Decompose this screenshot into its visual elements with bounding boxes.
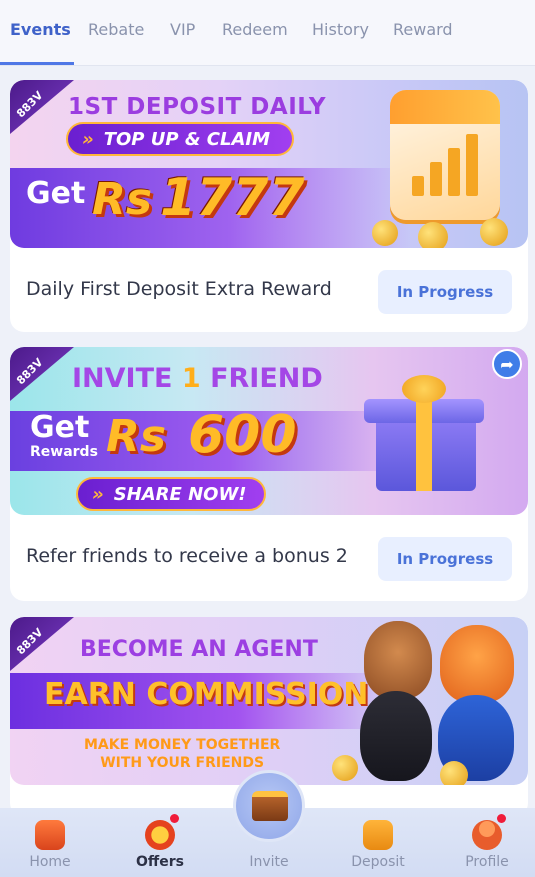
brand-corner-badge: 883V	[10, 347, 74, 401]
card-footer: Refer friends to receive a bonus 2 In Pr…	[10, 515, 528, 599]
active-tab-indicator	[0, 62, 74, 65]
coin-icon	[332, 755, 358, 781]
notification-dot	[497, 814, 506, 823]
tab-history[interactable]: History	[312, 20, 369, 39]
brand-corner-badge: 883V	[10, 617, 74, 671]
banner-tagline: MAKE MONEY TOGETHER WITH YOUR FRIENDS	[84, 737, 281, 771]
nav-deposit[interactable]: Deposit	[338, 820, 418, 870]
event-card-refer-friends[interactable]: 883V INVITE 1 FRIEND Get Rewards Rs 600 …	[10, 347, 528, 601]
wallet-icon	[363, 820, 393, 850]
card-footer: Daily First Deposit Extra Reward In Prog…	[10, 248, 528, 332]
banner-headline: INVITE 1 FRIEND	[72, 363, 323, 394]
tab-redeem[interactable]: Redeem	[222, 20, 288, 39]
banner-amount: 1777	[160, 168, 305, 228]
tab-vip[interactable]: VIP	[170, 20, 195, 39]
tab-reward[interactable]: Reward	[393, 20, 453, 39]
share-arrow-icon[interactable]: ➦	[492, 349, 522, 379]
treasure-chest-icon	[252, 791, 288, 821]
become-agent-banner[interactable]: 883V BECOME AN AGENT EARN COMMISSION MAK…	[10, 617, 528, 785]
banner-amount: 600	[188, 405, 297, 465]
banner-subheadline: EARN COMMISSION	[44, 677, 369, 712]
bull-mascot-icon	[364, 621, 432, 699]
in-progress-button[interactable]: In Progress	[378, 537, 512, 581]
in-progress-button[interactable]: In Progress	[378, 270, 512, 314]
top-up-claim-button[interactable]: » TOP UP & CLAIM	[66, 122, 294, 156]
top-tab-bar: Events Rebate VIP Redeem History Reward	[0, 0, 535, 66]
tiger-mascot-icon	[440, 625, 514, 703]
daily-deposit-banner[interactable]: 883V 1ST DEPOSIT DAILY » TOP UP & CLAIM …	[10, 80, 528, 248]
notification-dot	[170, 814, 179, 823]
banner-headline: BECOME AN AGENT	[80, 637, 318, 662]
coin-icon	[440, 761, 468, 785]
calendar-icon	[390, 90, 500, 220]
coin-icon	[480, 218, 508, 246]
banner-headline: 1ST DEPOSIT DAILY	[68, 94, 326, 120]
brand-corner-badge: 883V	[10, 80, 74, 134]
event-title: Daily First Deposit Extra Reward	[26, 278, 332, 300]
nav-profile[interactable]: Profile	[447, 814, 527, 870]
event-title: Refer friends to receive a bonus 2	[26, 545, 348, 567]
banner-get-label: Get	[26, 176, 86, 211]
invite-friend-banner[interactable]: 883V INVITE 1 FRIEND Get Rewards Rs 600 …	[10, 347, 528, 515]
banner-get-rewards: Get Rewards	[30, 410, 98, 460]
event-card-daily-deposit[interactable]: 883V 1ST DEPOSIT DAILY » TOP UP & CLAIM …	[10, 80, 528, 332]
chevrons-icon: »	[92, 483, 104, 505]
medal-icon	[145, 814, 179, 850]
invite-center-button[interactable]	[233, 770, 305, 842]
banner-currency: Rs	[92, 174, 153, 225]
banner-currency: Rs	[106, 411, 167, 462]
nav-offers[interactable]: Offers	[120, 814, 200, 870]
tab-rebate[interactable]: Rebate	[88, 20, 144, 39]
tab-events[interactable]: Events	[10, 20, 71, 39]
slot-machine-icon	[35, 820, 65, 850]
nav-home[interactable]: Home	[10, 820, 90, 870]
user-icon	[472, 814, 506, 850]
share-now-button[interactable]: » SHARE NOW!	[76, 477, 266, 511]
gift-box-icon	[364, 375, 484, 493]
coin-icon	[418, 222, 448, 248]
coin-icon	[372, 220, 398, 246]
chevrons-icon: »	[82, 128, 94, 150]
